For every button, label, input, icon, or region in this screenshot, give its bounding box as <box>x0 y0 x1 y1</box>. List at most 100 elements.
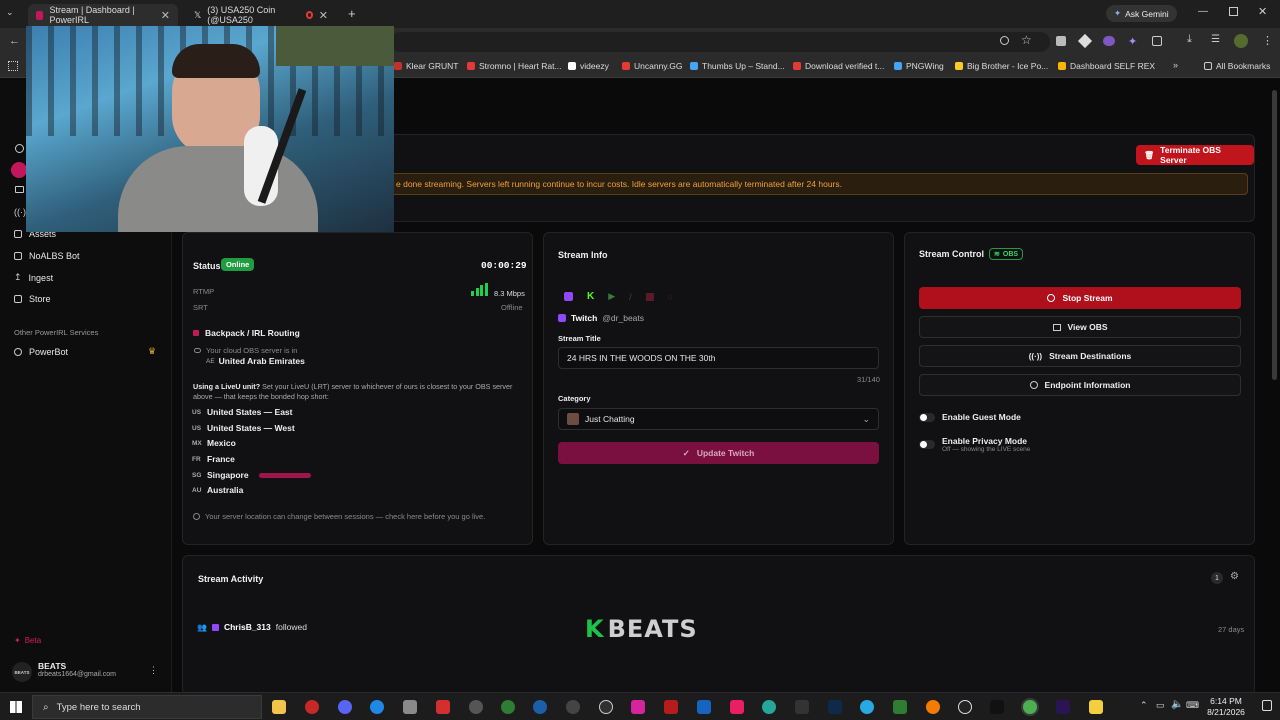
platform-4-icon[interactable]: / <box>629 292 632 302</box>
taskbar-search-box[interactable]: ⌕ Type here to search <box>32 695 262 719</box>
windows-start-icon[interactable] <box>10 701 22 713</box>
file-explorer-icon[interactable] <box>272 700 286 714</box>
profile-avatar[interactable] <box>1234 34 1248 48</box>
app-icon-5[interactable] <box>403 700 417 714</box>
close-window-icon[interactable]: ✕ <box>1258 5 1267 18</box>
tab-dashboard[interactable]: Stream | Dashboard | PowerIRL ✕ <box>28 4 178 26</box>
bookmark-item[interactable]: PNGWing <box>894 61 944 71</box>
obs-badge: ≋ OBS <box>989 248 1024 260</box>
discord-icon[interactable] <box>338 700 352 714</box>
app-icon-7[interactable] <box>469 700 483 714</box>
tab-usa250[interactable]: 𝕏 (3) USA250 Coin (@USA250 ✕ <box>186 4 336 26</box>
url-field[interactable] <box>390 32 1050 52</box>
app-icon-23[interactable] <box>958 700 972 714</box>
back-icon[interactable]: ← <box>9 35 20 47</box>
bookmark-item[interactable]: Dashboard SELF REX <box>1058 61 1155 71</box>
tiktok-icon[interactable] <box>730 700 744 714</box>
sidebar-item-store[interactable]: Store <box>14 294 51 304</box>
sidebar-item-noalbs-bot[interactable]: NoALBS Bot <box>14 251 80 261</box>
app-icon-21[interactable] <box>893 700 907 714</box>
tray-chevron-icon[interactable]: ⌃ <box>1140 700 1148 711</box>
app-icon-22[interactable] <box>926 700 940 714</box>
stream-destinations-button[interactable]: ((·)) Stream Destinations <box>919 345 1241 367</box>
download-icon[interactable]: ⤓ <box>1187 33 1192 46</box>
tab-search-icon[interactable]: ☰ <box>1211 34 1220 45</box>
bookmark-star-icon[interactable]: ☆ <box>1021 33 1032 47</box>
tab-list-chevron-icon[interactable]: ⌄ <box>6 7 20 21</box>
tiktok-app-icon[interactable] <box>990 700 1004 714</box>
new-tab-icon[interactable]: + <box>348 6 356 21</box>
more-bookmarks-icon[interactable]: » <box>1173 60 1178 70</box>
extensions-puzzle-icon[interactable] <box>1152 36 1162 46</box>
user-menu-icon[interactable]: ⋮ <box>149 665 158 676</box>
category-select[interactable]: Just Chatting ⌄ <box>558 408 879 430</box>
bookmark-item[interactable]: Klear GRUNT <box>394 61 458 71</box>
extension-icon-2[interactable] <box>1077 33 1093 49</box>
chrome-icon[interactable] <box>1023 700 1037 714</box>
extension-icon-1[interactable] <box>1056 36 1066 46</box>
clock-date[interactable]: 8/21/2026 <box>1200 707 1252 717</box>
privacy-mode-toggle[interactable] <box>919 440 935 449</box>
browser-menu-icon[interactable]: ⋮ <box>1262 34 1273 47</box>
update-twitch-button[interactable]: ✓ Update Twitch <box>558 442 879 464</box>
kick-icon[interactable]: K <box>587 291 594 302</box>
telegram-icon[interactable] <box>860 700 874 714</box>
bookmark-item[interactable]: Big Brother - Ice Po... <box>955 61 1048 71</box>
platform-6-icon[interactable]: ○ <box>668 292 673 302</box>
photoshop-icon[interactable] <box>828 700 842 714</box>
terminate-obs-button[interactable]: 🗑 Terminate OBS Server <box>1136 145 1254 165</box>
maximize-window-icon[interactable] <box>1229 7 1238 16</box>
bookmark-item[interactable]: Thumbs Up – Stand... <box>690 61 785 71</box>
minimize-window-icon[interactable]: — <box>1198 6 1208 17</box>
stop-stream-button[interactable]: Stop Stream <box>919 287 1241 309</box>
app-icon-16[interactable] <box>762 700 776 714</box>
bookmark-item[interactable]: Download verified t... <box>793 61 884 71</box>
ask-gemini-button[interactable]: ✦ Ask Gemini <box>1106 5 1177 22</box>
app-icon-2[interactable] <box>305 700 319 714</box>
close-tab-icon[interactable]: ✕ <box>161 9 170 22</box>
endpoint-info-button[interactable]: Endpoint Information <box>919 374 1241 396</box>
clock-time[interactable]: 6:14 PM <box>1206 696 1246 706</box>
app-icon-8[interactable] <box>501 700 515 714</box>
app-icon-4[interactable] <box>370 700 384 714</box>
sticky-notes-icon[interactable] <box>1089 700 1103 714</box>
bookmark-item[interactable]: Uncanny.GG <box>622 61 683 71</box>
bookmark-item[interactable]: Stromno | Heart Rat... <box>467 61 562 71</box>
apps-grid-icon[interactable] <box>8 61 18 71</box>
bookmark-item[interactable]: videezy <box>568 61 609 71</box>
guest-mode-toggle[interactable] <box>919 412 935 422</box>
sidebar-icon-1[interactable] <box>15 144 24 153</box>
close-tab-icon[interactable]: ✕ <box>319 9 328 22</box>
sidebar-icon-stream-active[interactable] <box>11 162 27 178</box>
page-scrollbar[interactable] <box>1272 90 1277 380</box>
extension-icon-3[interactable] <box>1103 36 1115 46</box>
language-icon[interactable]: ⌨ <box>1186 700 1199 711</box>
instagram-icon[interactable] <box>631 700 645 714</box>
extension-icon-4[interactable]: ✦ <box>1128 35 1137 48</box>
premiere-icon[interactable] <box>1056 700 1070 714</box>
sidebar-item-powerbot[interactable]: PowerBot <box>14 347 68 357</box>
steam-icon[interactable] <box>533 700 547 714</box>
rtmp-label: RTMP <box>193 287 215 296</box>
twitch-icon[interactable] <box>564 292 573 301</box>
platform-5-icon[interactable] <box>645 292 654 301</box>
sidebar-icon-3[interactable] <box>15 186 24 193</box>
all-bookmarks-button[interactable]: All Bookmarks <box>1204 61 1270 71</box>
app-icon-13[interactable] <box>664 700 678 714</box>
activity-settings-icon[interactable]: ⚙ <box>1230 571 1239 582</box>
app-icon-6[interactable] <box>436 700 450 714</box>
sidebar-item-ingest[interactable]: ↥ Ingest <box>14 272 53 283</box>
epic-games-icon[interactable] <box>795 700 809 714</box>
app-icon-14[interactable] <box>697 700 711 714</box>
user-avatar[interactable]: BEATS <box>12 662 32 682</box>
obs-icon[interactable] <box>599 700 613 714</box>
stream-title-input[interactable]: 24 HRS IN THE WOODS ON THE 30th <box>558 347 879 369</box>
volume-icon[interactable]: 🔈 <box>1171 699 1183 710</box>
app-icon-10[interactable] <box>566 700 580 714</box>
zoom-icon[interactable] <box>1000 36 1009 45</box>
stream-info-title: Stream Info <box>558 250 608 260</box>
youtube-icon[interactable]: ▶ <box>608 291 615 302</box>
view-obs-button[interactable]: View OBS <box>919 316 1241 338</box>
notifications-icon[interactable] <box>1262 700 1272 711</box>
network-icon[interactable]: ▭ <box>1156 700 1165 711</box>
